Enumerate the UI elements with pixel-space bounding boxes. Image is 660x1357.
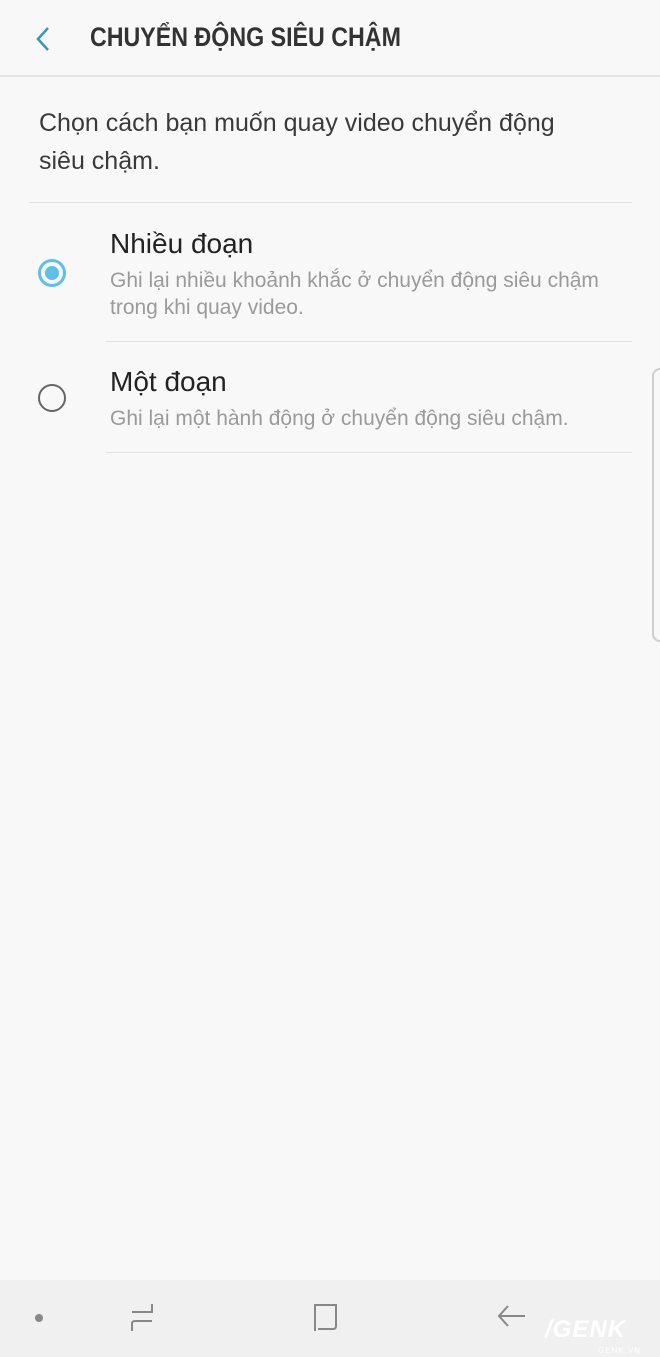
home-icon: [314, 1304, 337, 1331]
watermark-url: GENK.VN: [598, 1346, 642, 1355]
page-title: CHUYỂN ĐỘNG SIÊU CHẬM: [90, 22, 401, 52]
option-subtitle: Ghi lại nhiều khoảnh khắc ở chuyển động …: [110, 269, 599, 319]
divider: [29, 202, 632, 203]
navigation-bar: /GENK GENK.VN: [0, 1280, 660, 1357]
option-single-segment[interactable]: Một đoạn Ghi lại một hành động ở chuyển …: [0, 356, 640, 452]
app-header: CHUYỂN ĐỘNG SIÊU CHẬM: [0, 0, 660, 77]
scrollbar[interactable]: [652, 368, 660, 642]
option-subtitle: Ghi lại một hành động ở chuyển động siêu…: [110, 407, 569, 430]
back-button[interactable]: [30, 22, 60, 56]
radio-unselected[interactable]: [38, 384, 66, 412]
chevron-left-icon: [36, 27, 49, 51]
description-text: Chọn cách bạn muốn quay video chuyển độn…: [39, 109, 555, 175]
divider: [106, 341, 632, 342]
dot-icon: [35, 1314, 43, 1322]
option-title: Một đoạn: [110, 366, 227, 397]
option-title: Nhiều đoạn: [110, 228, 254, 259]
recent-apps-icon: [131, 1304, 153, 1331]
radio-selected[interactable]: [38, 259, 66, 287]
recent-apps-button[interactable]: [123, 1298, 163, 1338]
back-arrow-icon: [497, 1305, 525, 1327]
back-nav-button[interactable]: [492, 1298, 532, 1338]
home-button[interactable]: [306, 1298, 346, 1338]
option-multiple-segments[interactable]: Nhiều đoạn Ghi lại nhiều khoảnh khắc ở c…: [0, 220, 640, 340]
nav-dot-button[interactable]: [19, 1298, 59, 1338]
watermark-logo: /GENK: [545, 1316, 627, 1343]
divider: [106, 452, 632, 453]
